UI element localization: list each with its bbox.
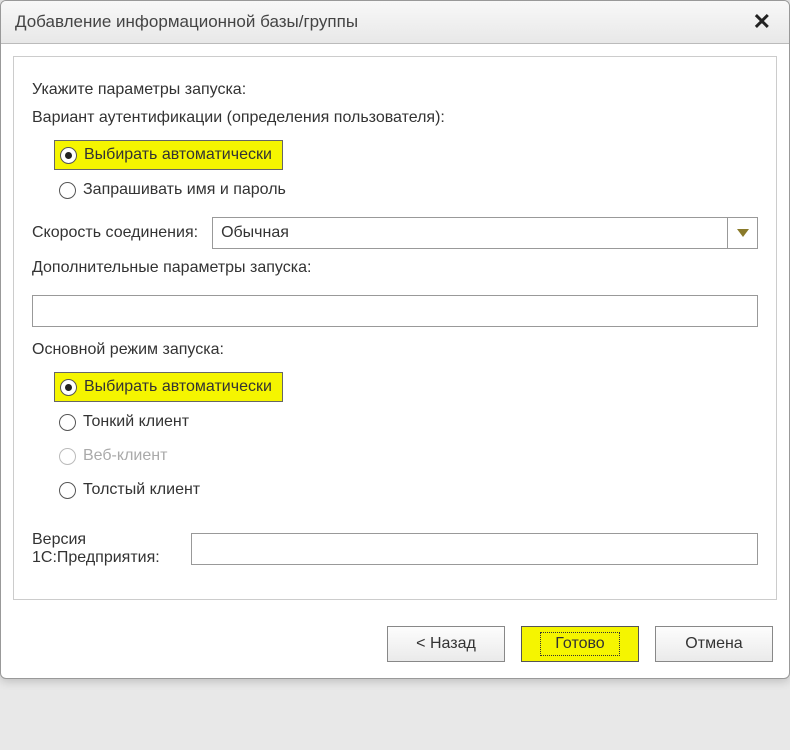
speed-row: Скорость соединения: Обычная [32, 217, 758, 249]
extra-label: Дополнительные параметры запуска: [32, 259, 758, 277]
mode-option-thin-label: Тонкий клиент [83, 413, 189, 431]
mode-option-thick-label: Толстый клиент [83, 481, 200, 499]
button-bar: < Назад Готово Отмена [1, 612, 789, 678]
auth-radio-group: Выбирать автоматически Запрашивать имя и… [54, 137, 758, 207]
mode-option-web-label: Веб-клиент [83, 447, 167, 465]
radio-unselected-icon [59, 414, 76, 431]
auth-option-ask[interactable]: Запрашивать имя и пароль [54, 176, 296, 204]
mode-option-thick[interactable]: Толстый клиент [54, 476, 210, 504]
radio-disabled-icon [59, 448, 76, 465]
speed-select[interactable]: Обычная [212, 217, 758, 249]
auth-option-ask-label: Запрашивать имя и пароль [83, 181, 286, 199]
auth-label: Вариант аутентификации (определения поль… [32, 109, 758, 127]
extra-params-input[interactable] [32, 295, 758, 327]
mode-label: Основной режим запуска: [32, 341, 758, 359]
version-label: Версия 1С:Предприятия: [32, 531, 177, 567]
mode-option-web: Веб-клиент [54, 442, 177, 470]
auth-option-auto[interactable]: Выбирать автоматически [54, 140, 283, 170]
speed-label: Скорость соединения: [32, 224, 198, 242]
mode-option-auto-label: Выбирать автоматически [84, 378, 272, 396]
mode-option-thin[interactable]: Тонкий клиент [54, 408, 199, 436]
prompt-label: Укажите параметры запуска: [32, 81, 758, 99]
radio-unselected-icon [59, 182, 76, 199]
titlebar: Добавление информационной базы/группы ✕ [1, 1, 789, 44]
radio-selected-icon [60, 379, 77, 396]
finish-button[interactable]: Готово [521, 626, 639, 662]
back-button-label: < Назад [416, 635, 476, 653]
back-button[interactable]: < Назад [387, 626, 505, 662]
version-row: Версия 1С:Предприятия: [32, 521, 758, 577]
window-title: Добавление информационной базы/группы [15, 12, 358, 32]
speed-value: Обычная [213, 224, 727, 242]
version-input[interactable] [191, 533, 758, 565]
mode-option-auto[interactable]: Выбирать автоматически [54, 372, 283, 402]
dialog-window: Добавление информационной базы/группы ✕ … [0, 0, 790, 679]
mode-radio-group: Выбирать автоматически Тонкий клиент Веб… [54, 369, 758, 507]
close-icon[interactable]: ✕ [749, 11, 775, 33]
cancel-button-label: Отмена [685, 635, 742, 653]
content-panel: Укажите параметры запуска: Вариант аутен… [13, 56, 777, 600]
finish-button-label: Готово [540, 632, 619, 656]
cancel-button[interactable]: Отмена [655, 626, 773, 662]
radio-unselected-icon [59, 482, 76, 499]
chevron-down-icon [727, 218, 757, 248]
auth-option-auto-label: Выбирать автоматически [84, 146, 272, 164]
radio-selected-icon [60, 147, 77, 164]
